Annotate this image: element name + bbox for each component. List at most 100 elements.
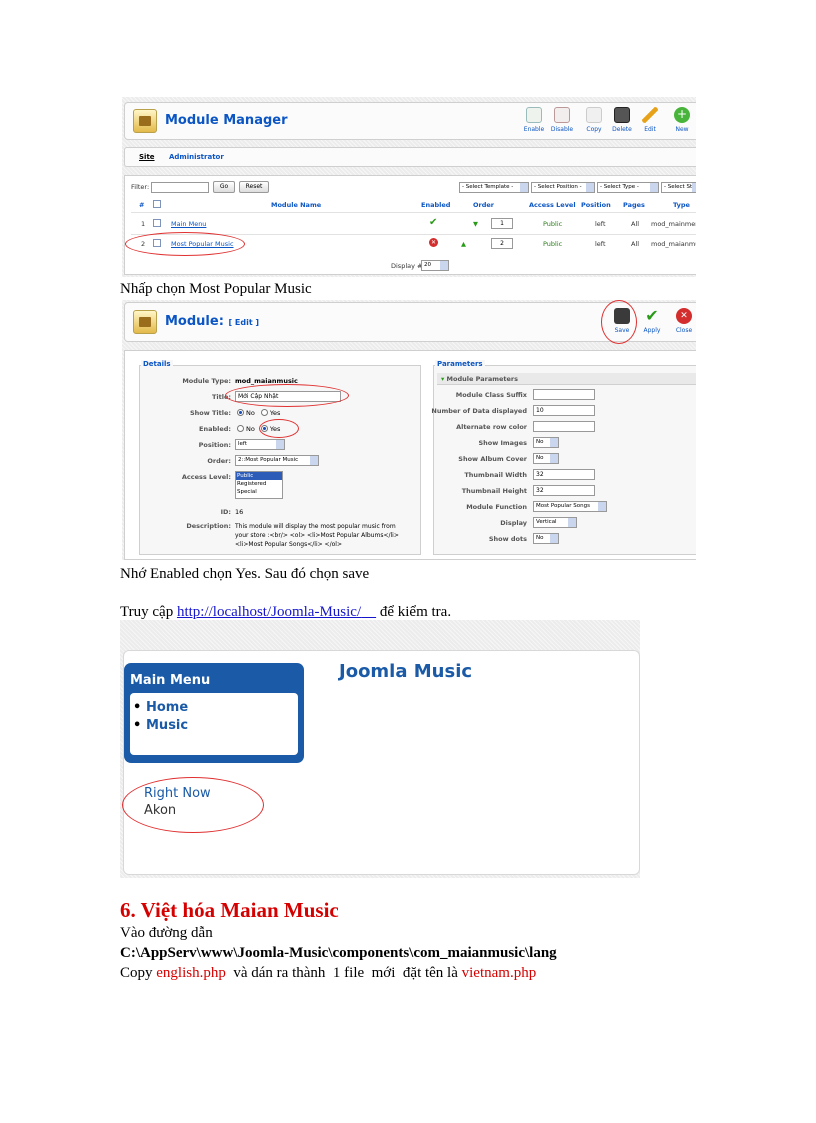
state-select[interactable]: - Select Sta <box>661 182 696 193</box>
filter-input[interactable] <box>151 182 209 193</box>
header-divider <box>131 212 696 213</box>
radio-no[interactable] <box>237 409 244 416</box>
col-number: # <box>139 201 145 209</box>
highlight-ellipse <box>125 232 245 256</box>
access-level-listbox[interactable]: Public Registered Special <box>235 471 283 499</box>
param-select[interactable]: No <box>533 533 559 544</box>
access-level-label: Access Level: <box>181 473 231 481</box>
param-label: Show Images <box>478 439 527 447</box>
go-button[interactable]: Go <box>213 181 235 193</box>
plus-icon: + <box>674 107 690 123</box>
position-select[interactable]: - Select Position - <box>531 182 595 193</box>
module-icon <box>133 310 157 334</box>
reset-button[interactable]: Reset <box>239 181 269 193</box>
param-label: Show dots <box>488 535 527 543</box>
module-type-label: Module Type: <box>182 377 231 385</box>
module-link-main-menu[interactable]: Main Menu <box>171 220 206 228</box>
menu-item-music[interactable]: Music <box>133 718 188 733</box>
menu-item-home[interactable]: Home <box>133 700 188 715</box>
order-input[interactable]: 1 <box>491 218 513 229</box>
order-down-icon[interactable]: ▼ <box>473 220 478 228</box>
param-input[interactable]: 10 <box>533 405 595 416</box>
edit-button[interactable]: Edit <box>633 107 667 133</box>
site-title[interactable]: Joomla Music <box>339 661 472 682</box>
position-label: Position: <box>198 441 231 449</box>
param-input[interactable]: 32 <box>533 485 595 496</box>
title-label: Title: <box>211 393 231 401</box>
position-select[interactable]: left <box>235 439 285 450</box>
col-access-level[interactable]: Access Level <box>529 201 576 209</box>
disable-button[interactable]: Disable <box>545 107 579 133</box>
apply-button[interactable]: ✔ Apply <box>635 306 669 335</box>
main-menu-title: Main Menu <box>130 673 211 688</box>
save-highlight-ellipse <box>601 300 637 344</box>
select-all-checkbox[interactable] <box>153 200 161 208</box>
enabled-label: Enabled: <box>199 425 231 433</box>
param-select[interactable]: No <box>533 437 559 448</box>
option-special[interactable]: Special <box>236 488 282 496</box>
col-enabled[interactable]: Enabled <box>421 201 450 209</box>
radio-no[interactable] <box>237 425 244 432</box>
param-select[interactable]: Vertical <box>533 517 577 528</box>
tab-administrator[interactable]: Administrator <box>169 153 224 161</box>
toolbar-panel: Module Manager Enable Disable Copy Delet… <box>124 102 696 140</box>
enabled-check-icon[interactable]: ✔ <box>429 217 437 228</box>
param-label: Thumbnail Height <box>461 487 527 495</box>
col-pages[interactable]: Pages <box>623 201 645 209</box>
new-button[interactable]: + New <box>665 107 696 133</box>
tab-site[interactable]: Site <box>139 153 155 161</box>
col-order[interactable]: Order <box>473 201 494 209</box>
copy-icon <box>586 107 602 123</box>
order-input[interactable]: 2 <box>491 238 513 249</box>
display-select[interactable]: 20 <box>421 260 449 271</box>
close-button[interactable]: ✕ Close <box>667 308 696 334</box>
show-title-radios[interactable]: No Yes <box>237 409 280 417</box>
section-copy-line: Copy english.php và dán ra thành 1 file … <box>120 965 537 981</box>
position-value: left <box>595 220 606 228</box>
template-select[interactable]: - Select Template - <box>459 182 529 193</box>
param-label: Number of Data displayed <box>431 407 527 415</box>
type-value: mod_maianmus <box>651 240 696 248</box>
enable-icon <box>526 107 542 123</box>
position-value: left <box>595 240 606 248</box>
param-select[interactable]: Most Popular Songs <box>533 501 607 512</box>
row-checkbox[interactable] <box>153 219 161 227</box>
disabled-x-icon[interactable]: ✕ <box>429 238 438 247</box>
localhost-link[interactable]: http://localhost/Joomla-Music/ <box>177 604 361 620</box>
param-input[interactable]: 32 <box>533 469 595 480</box>
access-level[interactable]: Public <box>543 240 562 248</box>
radio-yes[interactable] <box>260 409 268 416</box>
param-input[interactable] <box>533 421 595 432</box>
edit-subtitle: [ Edit ] <box>228 318 260 327</box>
close-icon: ✕ <box>676 308 692 324</box>
param-select[interactable]: No <box>533 453 559 464</box>
param-input[interactable] <box>533 389 595 400</box>
module-parameters-header[interactable]: ▾ Module Parameters <box>437 373 696 385</box>
trash-icon <box>614 107 630 123</box>
description-label: Description: <box>186 522 231 530</box>
pages-value: All <box>631 240 640 248</box>
option-registered[interactable]: Registered <box>236 480 282 488</box>
description-value: This module will display the most popula… <box>235 523 399 548</box>
pencil-icon <box>642 107 658 123</box>
title-highlight-ellipse <box>225 384 349 407</box>
col-module-name[interactable]: Module Name <box>271 201 321 209</box>
param-label: Module Class Suffix <box>455 391 527 399</box>
option-public[interactable]: Public <box>236 472 282 480</box>
checkmark-icon: ✔ <box>645 306 659 325</box>
module-list: Filter: Go Reset - Select Template - - S… <box>124 175 696 275</box>
site-tabs: Site Administrator <box>124 147 696 167</box>
type-select[interactable]: - Select Type - <box>597 182 659 193</box>
details-legend: Details <box>141 360 173 368</box>
access-level[interactable]: Public <box>543 220 562 228</box>
filter-label: Filter: <box>131 183 150 191</box>
col-position[interactable]: Position <box>581 201 611 209</box>
order-up-icon[interactable]: ▲ <box>461 240 466 248</box>
caption-click-module: Nhấp chọn Most Popular Music <box>120 281 312 297</box>
order-select[interactable]: 2::Most Popular Music <box>235 455 319 466</box>
col-type[interactable]: Type <box>673 201 690 209</box>
expand-arrow-icon: ▾ <box>441 375 445 383</box>
id-label: ID: <box>220 508 231 516</box>
param-label: Thumbnail Width <box>464 471 527 479</box>
display-label: Display # <box>391 262 423 270</box>
